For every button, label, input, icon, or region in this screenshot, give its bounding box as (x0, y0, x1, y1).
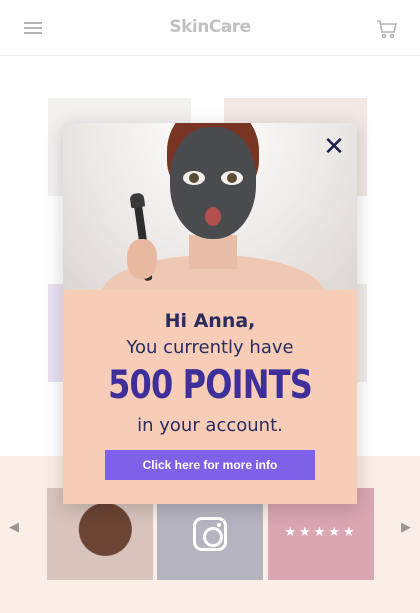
instagram-icon (193, 517, 227, 551)
arrow-right-icon[interactable]: ▶ (401, 519, 411, 535)
brand-logo[interactable]: SkinCare (0, 17, 420, 37)
points-outro-text: in your account. (137, 415, 283, 436)
rating-stars: ★★★★★ (284, 524, 358, 539)
greeting-text: Hi Anna, (164, 310, 256, 332)
shopping-cart-icon[interactable] (376, 18, 398, 40)
arrow-left-icon[interactable]: ◀ (9, 519, 19, 535)
top-header: SkinCare (0, 0, 420, 56)
close-icon[interactable]: ✕ (321, 134, 347, 160)
more-info-button[interactable]: Click here for more info (105, 450, 315, 480)
points-value: 500 POINTS (108, 363, 313, 408)
points-popup: ✕ Hi Anna, You currently have 500 POINTS… (63, 123, 357, 504)
popup-hero-image (63, 123, 357, 290)
points-intro-text: You currently have (126, 337, 294, 358)
